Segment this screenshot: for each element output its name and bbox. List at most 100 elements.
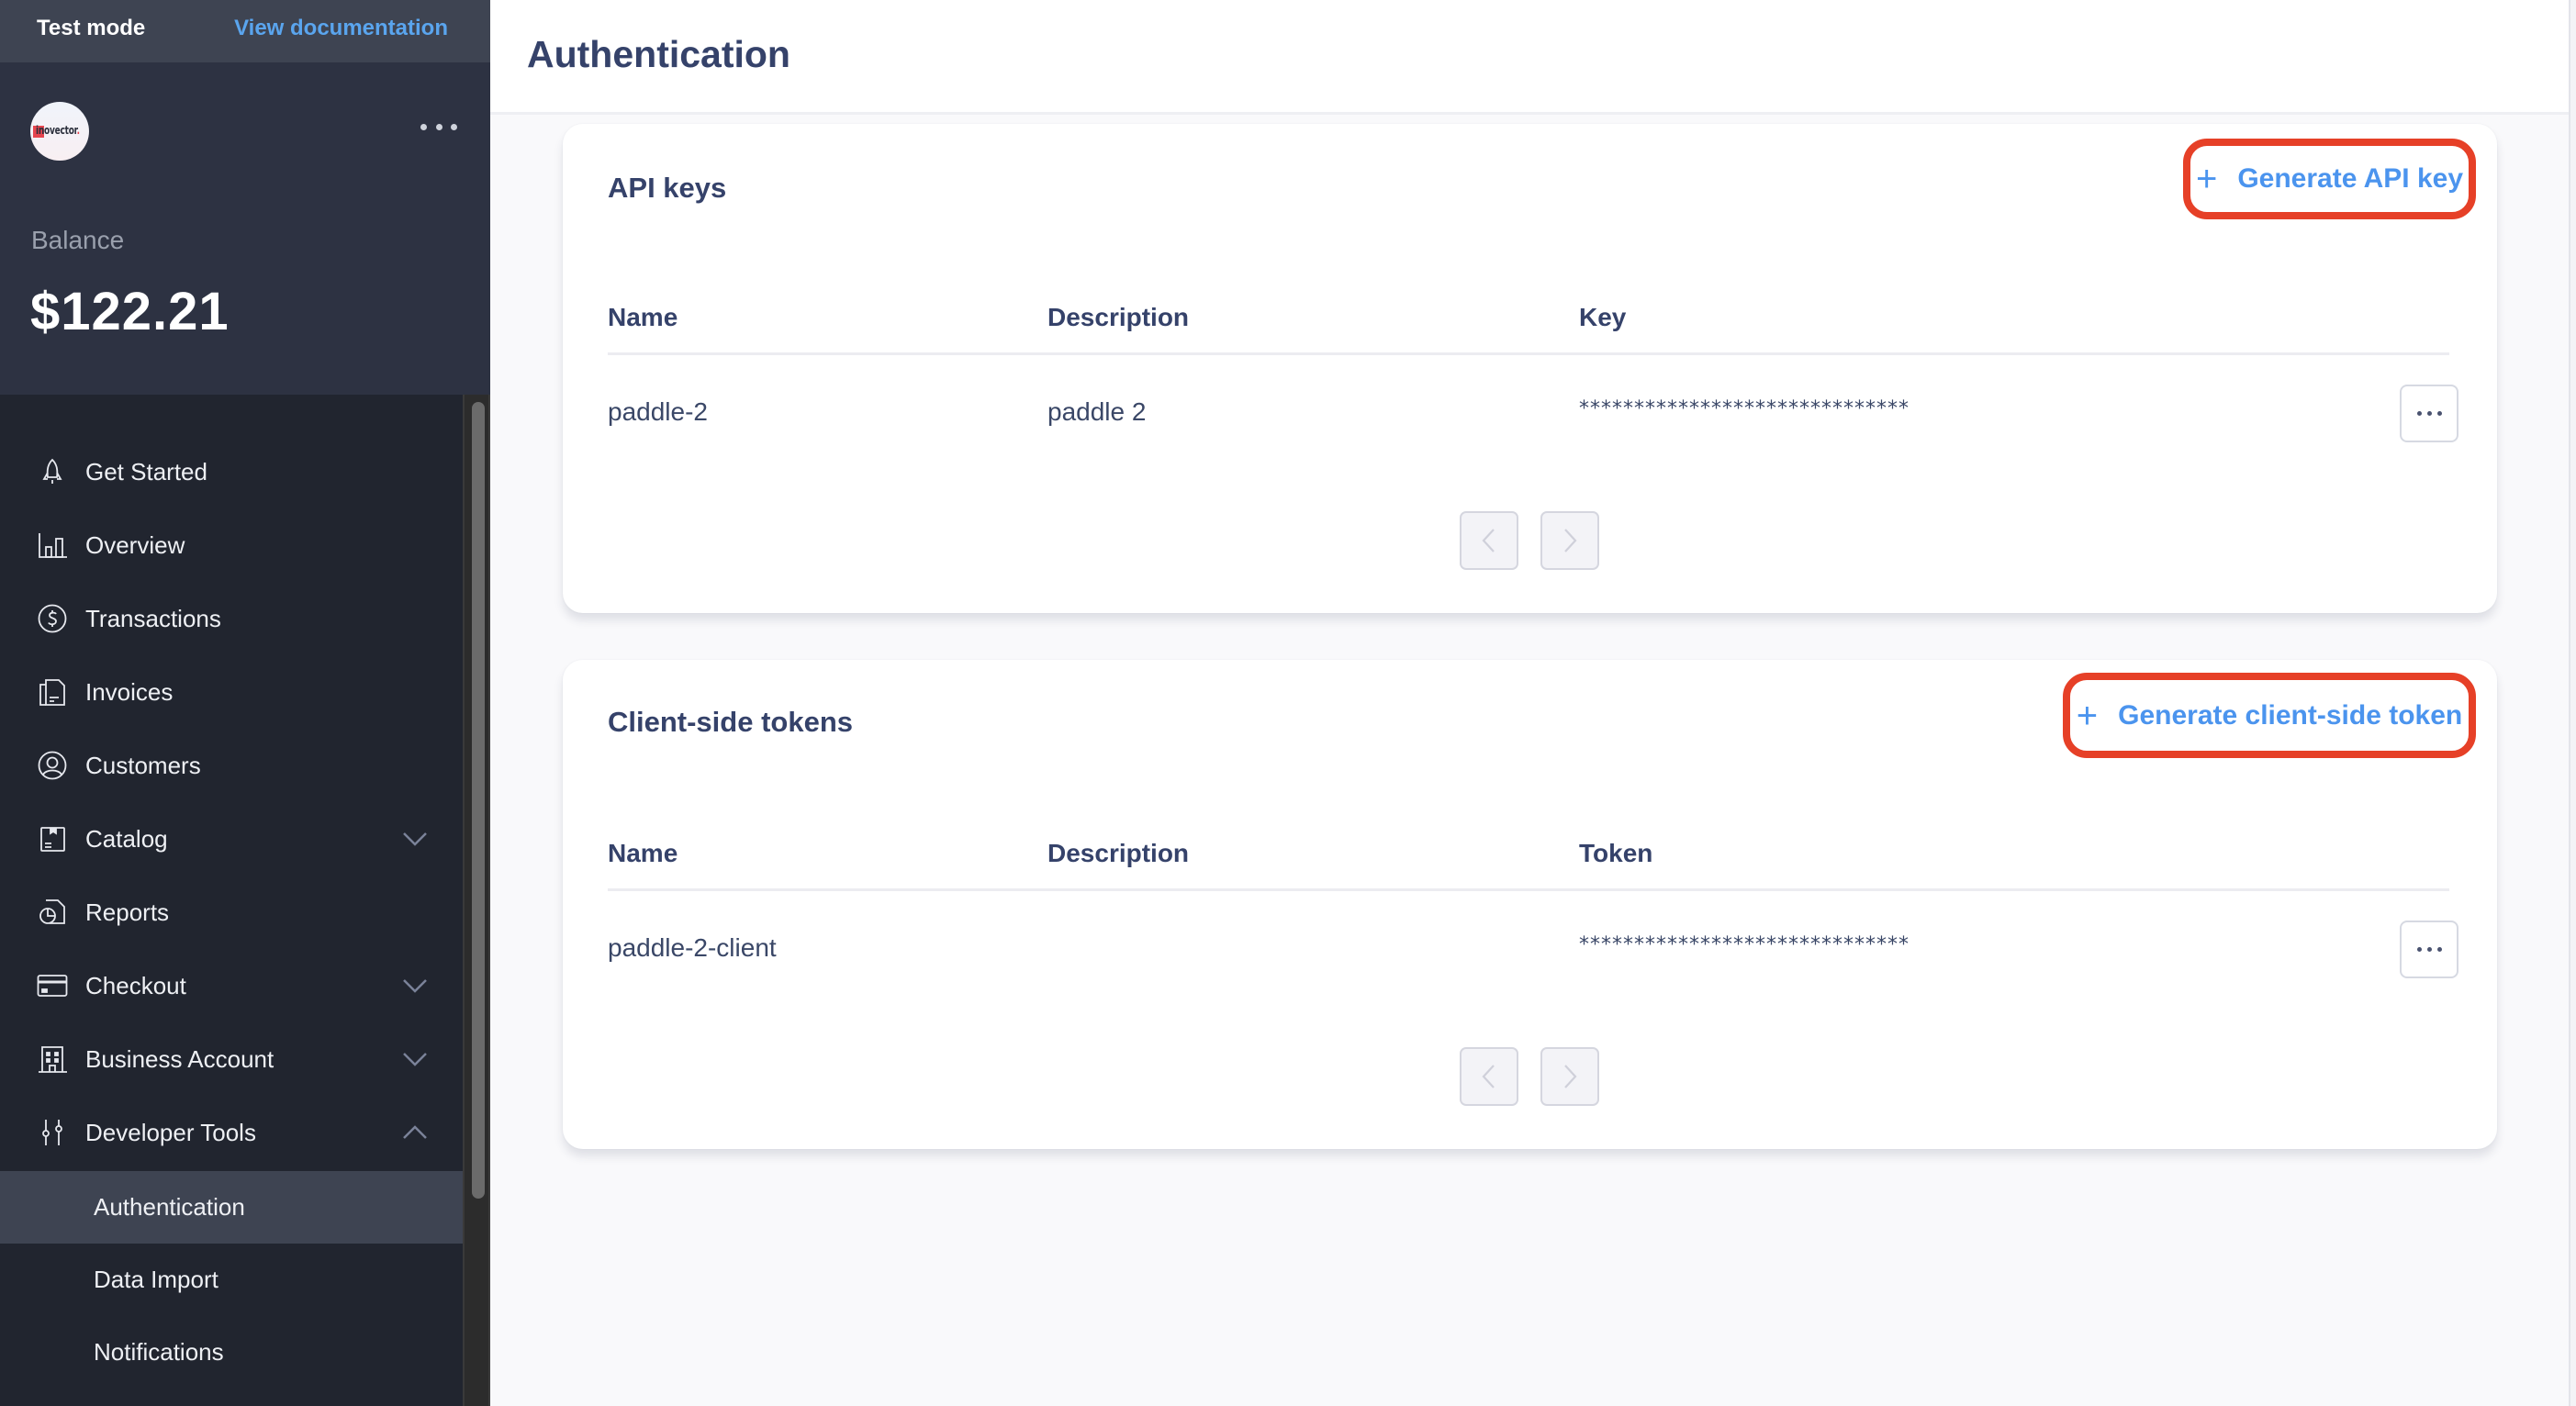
row-more-actions-button[interactable] (2400, 385, 2458, 442)
view-documentation-link[interactable]: View documentation (234, 16, 448, 41)
balance-label: Balance (31, 226, 125, 254)
dot-icon (451, 123, 457, 130)
account-avatar[interactable]: inovector. (30, 102, 89, 161)
table-header-divider (608, 352, 2449, 355)
logo-name: inovector (36, 124, 77, 137)
chevron-left-icon (1482, 529, 1495, 552)
pagination-next-button[interactable] (1540, 1047, 1599, 1106)
bar-chart-icon (37, 530, 68, 561)
sidebar-nav: Get Started Overview Transactions Invoic… (0, 395, 463, 1406)
sidebar-subitem-label: Authentication (94, 1193, 245, 1221)
sidebar-item-catalog[interactable]: Catalog (0, 811, 463, 866)
building-icon (37, 1043, 68, 1075)
dot-icon (2436, 947, 2442, 952)
table-header-divider (608, 888, 2449, 891)
generate-client-token-label: Generate client-side token (2118, 699, 2463, 731)
sidebar-subitem-label: Notifications (94, 1338, 224, 1366)
page-scrollbar[interactable] (2569, 0, 2576, 1406)
sidebar-item-reports[interactable]: Reports (0, 885, 463, 940)
pagination-prev-button[interactable] (1460, 1047, 1518, 1106)
user-circle-icon (37, 750, 68, 781)
sidebar-scrollbar-thumb[interactable] (472, 402, 485, 1199)
invoice-icon (37, 676, 68, 708)
sidebar: Test mode View documentation inovector. … (0, 0, 490, 1406)
cell-key: ****************************** (1579, 397, 1910, 420)
api-keys-card: API keys + Generate API key Name Descrip… (563, 124, 2497, 613)
sidebar-item-label: Checkout (85, 971, 186, 999)
dot-icon (2416, 947, 2422, 952)
test-mode-label: Test mode (37, 16, 146, 40)
sidebar-subitem-notifications[interactable]: Notifications (0, 1316, 463, 1389)
sidebar-item-label: Overview (85, 530, 185, 559)
chevron-left-icon (1482, 1065, 1495, 1088)
cell-token: ****************************** (1579, 933, 1910, 956)
sidebar-item-label: Customers (85, 751, 201, 779)
dot-icon (420, 123, 427, 130)
rocket-icon (37, 456, 68, 487)
chevron-down-icon[interactable] (401, 830, 429, 848)
client-tokens-title: Client-side tokens (608, 706, 853, 738)
dot-icon (2416, 411, 2422, 416)
sidebar-item-developer-tools[interactable]: Developer Tools (0, 1105, 463, 1160)
api-keys-title: API keys (608, 172, 727, 204)
sidebar-item-transactions[interactable]: Transactions (0, 591, 463, 646)
sidebar-item-business-account[interactable]: Business Account (0, 1032, 463, 1087)
sidebar-subitem-data-import[interactable]: Data Import (0, 1244, 463, 1316)
sidebar-topbar: Test mode View documentation (0, 0, 490, 62)
dot-icon (2426, 411, 2432, 416)
sidebar-item-customers[interactable]: Customers (0, 738, 463, 793)
column-header-name: Name (608, 839, 678, 867)
balance-value: $122.21 (30, 282, 230, 341)
cell-description: paddle 2 (1047, 397, 1147, 426)
chevron-down-icon[interactable] (401, 976, 429, 995)
column-header-name: Name (608, 303, 678, 331)
chevron-right-icon (1564, 529, 1577, 552)
column-header-description: Description (1047, 303, 1190, 331)
column-header-description: Description (1047, 839, 1190, 867)
sidebar-item-label: Catalog (85, 824, 168, 853)
generate-api-key-label: Generate API key (2237, 163, 2464, 194)
sidebar-item-invoices[interactable]: Invoices (0, 664, 463, 720)
client-side-tokens-card: Client-side tokens + Generate client-sid… (563, 660, 2497, 1149)
sidebar-item-checkout[interactable]: Checkout (0, 958, 463, 1013)
dot-icon (435, 123, 442, 130)
generate-api-key-button[interactable]: + Generate API key (2183, 139, 2476, 219)
account-more-menu-button[interactable] (420, 117, 457, 136)
sidebar-scrollbar[interactable] (463, 395, 490, 1406)
sidebar-item-get-started[interactable]: Get Started (0, 444, 463, 499)
pagination-next-button[interactable] (1540, 511, 1599, 570)
sidebar-item-label: Reports (85, 898, 170, 926)
logo-text: inovector. (36, 124, 80, 137)
sidebar-item-label: Developer Tools (85, 1118, 256, 1146)
report-icon (37, 897, 68, 928)
logo-dot: . (76, 124, 80, 137)
account-panel: inovector. Balance $122.21 (0, 62, 490, 395)
dot-icon (2436, 411, 2442, 416)
sidebar-subitem-authentication[interactable]: Authentication (0, 1171, 463, 1244)
sidebar-item-label: Get Started (85, 457, 207, 485)
column-header-key: Key (1579, 303, 1627, 331)
generate-client-side-token-button[interactable]: + Generate client-side token (2063, 673, 2476, 758)
cell-name: paddle-2-client (608, 933, 777, 962)
plus-icon: + (2195, 159, 2218, 199)
sidebar-item-label: Invoices (85, 677, 174, 706)
column-header-token: Token (1579, 839, 1653, 867)
page-header: Authentication (490, 0, 2569, 115)
cell-name: paddle-2 (608, 397, 708, 426)
page-title: Authentication (527, 33, 790, 75)
sidebar-subitem-label: Data Import (94, 1266, 218, 1293)
plus-icon: + (2076, 695, 2099, 736)
dollar-circle-icon (37, 603, 68, 634)
chevron-down-icon[interactable] (401, 1050, 429, 1068)
sidebar-item-overview[interactable]: Overview (0, 518, 463, 573)
pagination-prev-button[interactable] (1460, 511, 1518, 570)
catalog-icon (37, 823, 68, 854)
chevron-right-icon (1564, 1065, 1577, 1088)
sidebar-item-label: Transactions (85, 604, 221, 632)
row-more-actions-button[interactable] (2400, 921, 2458, 978)
chevron-up-icon[interactable] (401, 1123, 429, 1142)
credit-card-icon (37, 970, 68, 1001)
sliders-icon (37, 1117, 68, 1148)
main-content: Authentication API keys + Generate API k… (490, 0, 2576, 1406)
sidebar-item-label: Business Account (85, 1044, 274, 1073)
